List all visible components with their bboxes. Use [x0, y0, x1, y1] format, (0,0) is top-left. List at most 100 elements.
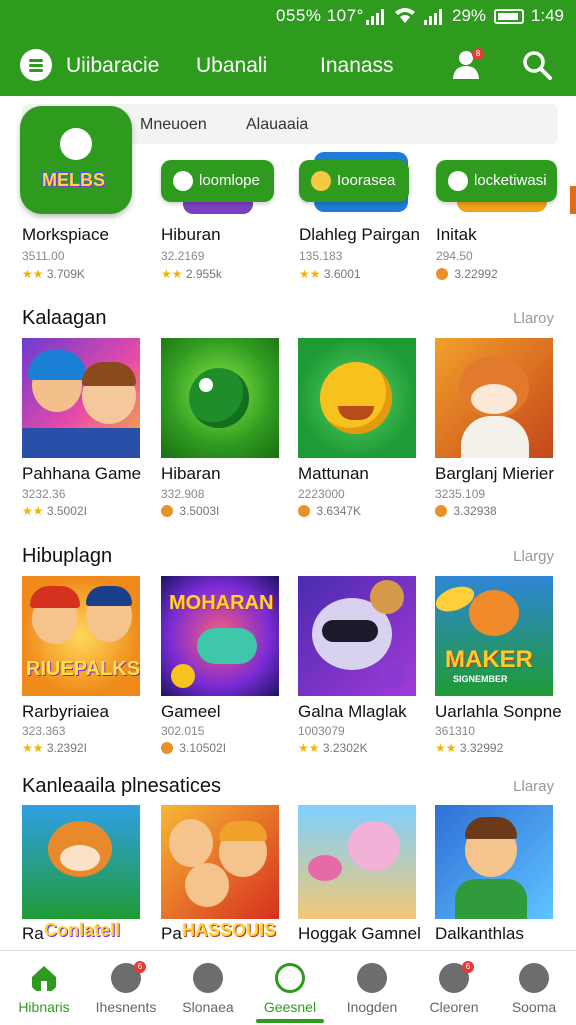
- pill-icon-2: [311, 171, 331, 191]
- header-tab-2[interactable]: Ubanali: [196, 54, 267, 78]
- game-thumbnail[interactable]: [298, 805, 416, 919]
- section-more-link[interactable]: Llaray: [513, 778, 554, 795]
- game-thumbnail[interactable]: [435, 805, 553, 919]
- pill-label-2: Ioorasea: [337, 172, 396, 189]
- hair-art: [86, 586, 132, 606]
- card-title: Galna Mlaglak: [298, 702, 407, 721]
- nav-label: Geesnel: [263, 999, 317, 1015]
- card-title: Pa: [161, 924, 182, 943]
- card-rating: 3.5003I: [161, 504, 219, 518]
- game-thumbnail[interactable]: MAKER SIGNEMBER: [435, 576, 553, 696]
- card-title: Mattunan: [298, 464, 369, 483]
- game-thumbnail[interactable]: [298, 576, 416, 696]
- card-title: Dalkanthlas: [435, 924, 524, 943]
- gamepad-icon: [275, 963, 305, 993]
- nav-item-5[interactable]: Inogden: [330, 951, 412, 1025]
- wifi-icon: [395, 8, 415, 23]
- shirt-art: [22, 428, 140, 458]
- game-thumbnail[interactable]: [298, 338, 416, 458]
- character-art: [169, 819, 213, 867]
- gamepad-art: [197, 628, 257, 664]
- star-icon: ★★: [435, 741, 457, 755]
- character-art: [469, 590, 519, 636]
- cookie-art: [370, 580, 404, 614]
- nav-badge: 6: [134, 961, 146, 973]
- body-art: [461, 416, 529, 458]
- game-thumbnail[interactable]: [161, 805, 279, 919]
- card-rating: 3.32938: [435, 504, 497, 518]
- subtab-1[interactable]: Mneuoen: [140, 116, 207, 134]
- coin-icon: [436, 268, 448, 280]
- card-rating: ★★ 3.2302K: [298, 741, 368, 755]
- nav-label: Ihesnents: [95, 999, 157, 1015]
- card-title: Hoggak Gamnel: [298, 924, 421, 943]
- hair-art: [82, 362, 136, 386]
- featured-app-icon[interactable]: MELBS: [20, 106, 132, 214]
- card-rating: ★★ 3.709K: [22, 267, 85, 281]
- card-sub: 3235.109: [435, 487, 486, 501]
- nav-item-1[interactable]: Hibnaris: [2, 951, 84, 1025]
- pill-button-1[interactable]: loomlope: [161, 160, 274, 202]
- nav-item-4-active[interactable]: Geesnel: [248, 951, 330, 1025]
- card-sub: 32.2169: [161, 249, 205, 263]
- card-title: Rarbyriaiea: [22, 702, 109, 721]
- header-tab-1[interactable]: Uiibaracie: [66, 54, 159, 78]
- profile-button[interactable]: 8: [452, 48, 484, 80]
- card-rating: ★★ 3.6001: [299, 267, 361, 281]
- eye-art: [199, 378, 213, 392]
- nav-item-6[interactable]: 6 Cleoren: [412, 951, 494, 1025]
- hair-art: [465, 817, 517, 839]
- hat-art: [28, 350, 86, 380]
- card-rating: ★★ 3.5002I: [22, 504, 87, 518]
- section-more-link[interactable]: Llargy: [513, 548, 554, 565]
- card-sub: 3232.36: [22, 487, 66, 501]
- coin-icon: [298, 505, 310, 517]
- game-thumbnail[interactable]: RIUEPALKS: [22, 576, 140, 696]
- card-rating: 3.22992: [436, 267, 498, 281]
- star-icon: ★★: [22, 504, 44, 518]
- hat-art: [30, 586, 80, 608]
- section-title: Kanleaaila plnesatices: [22, 775, 222, 797]
- section-more-link[interactable]: Llaroy: [513, 310, 554, 327]
- card-rating: ★★ 2.955k: [161, 267, 222, 281]
- card-title: Ra: [22, 924, 44, 943]
- cell-signal-icon: [366, 9, 386, 25]
- thumbnail-caption: MOHARAN: [169, 592, 274, 614]
- next-item-peek: [570, 186, 576, 214]
- game-thumbnail[interactable]: [22, 338, 140, 458]
- card-sub: 3511.00: [22, 249, 65, 263]
- active-tab-indicator: [256, 1019, 324, 1023]
- mask-art: [322, 620, 378, 642]
- coin-art: [171, 664, 195, 688]
- card-rating: 3.10502I: [161, 741, 226, 755]
- section-title: Kalaagan: [22, 307, 107, 329]
- status-left-text: 055% 107°: [276, 6, 364, 25]
- subtab-2[interactable]: Alauaaia: [246, 116, 308, 134]
- bird-icon: [357, 963, 387, 993]
- nav-label: Cleoren: [429, 999, 479, 1015]
- coin-icon: [161, 505, 173, 517]
- game-thumbnail[interactable]: MOHARAN: [161, 576, 279, 696]
- game-thumbnail[interactable]: [161, 338, 279, 458]
- pill-button-2[interactable]: Ioorasea: [299, 160, 409, 202]
- pill-button-3[interactable]: locketiwasi: [436, 160, 557, 202]
- game-thumbnail[interactable]: [435, 338, 553, 458]
- home-icon: [32, 966, 56, 991]
- nav-item-3[interactable]: Slonaea: [166, 951, 248, 1025]
- pill-label-3: locketiwasi: [474, 172, 547, 189]
- menu-icon[interactable]: [20, 49, 52, 81]
- game-thumbnail[interactable]: [22, 805, 140, 919]
- nav-item-2[interactable]: 6 Ihesnents: [84, 951, 166, 1025]
- nav-item-7[interactable]: Sooma: [492, 951, 574, 1025]
- nav-label: Inogden: [346, 999, 398, 1015]
- battery-percent: 29%: [452, 6, 487, 25]
- hair-art: [219, 821, 267, 841]
- status-time: 1:49: [530, 6, 564, 25]
- card-title: Gameel: [161, 702, 221, 721]
- search-icon[interactable]: [522, 50, 552, 80]
- header-tab-3[interactable]: Inanass: [320, 54, 394, 78]
- star-icon: ★★: [22, 267, 44, 281]
- thumbnail-caption: MAKER: [445, 646, 533, 673]
- character-art: [189, 368, 249, 428]
- card-sub: 323.363: [22, 724, 66, 738]
